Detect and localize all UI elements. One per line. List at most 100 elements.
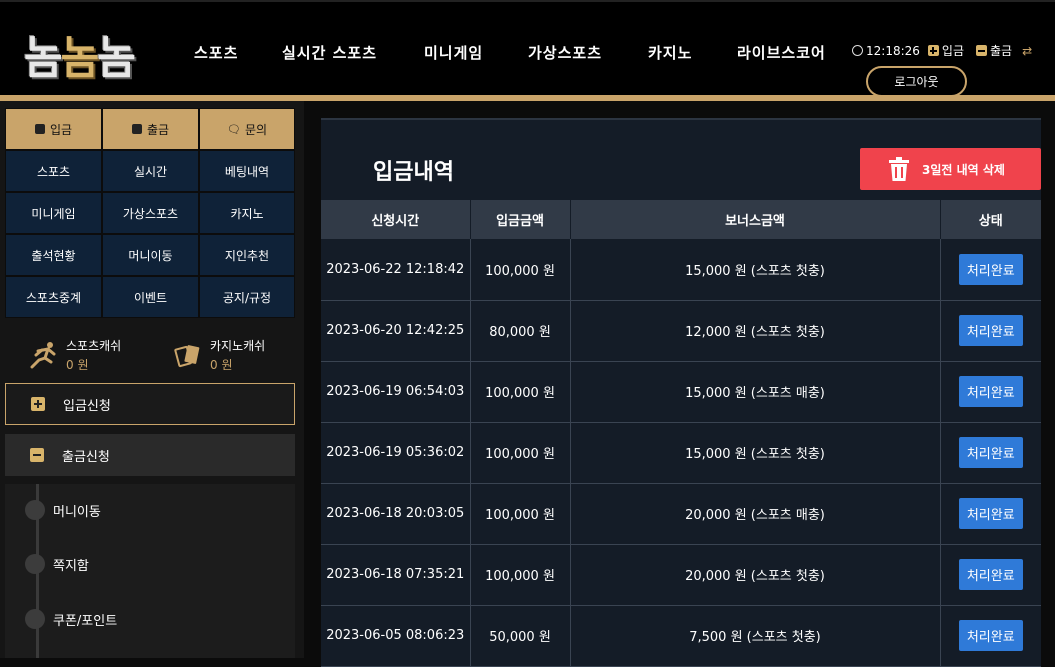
table-row: 2023-06-20 12:42:25 80,000 원 12,000 원 (스포츠… (321, 300, 1041, 362)
sports-cash-label: 스포츠캐쉬 (66, 339, 122, 353)
delete-old-history-button[interactable]: 3일전 내역 삭제 (860, 148, 1041, 190)
cell-time: 2023-06-19 06:54:03 (321, 361, 471, 423)
cell-bonus: 12,000 원 (스포츠 첫충) (570, 300, 941, 362)
main-nav: 스포츠 실시간 스포츠 미니게임 가상스포츠 카지노 라이브스코어 (194, 42, 826, 63)
status-button[interactable]: 처리완료 (958, 559, 1023, 590)
sidebar-item-sports[interactable]: 스포츠 (5, 150, 102, 192)
sidebar-item-minigame[interactable]: 미니게임 (5, 192, 102, 234)
cell-time: 2023-06-20 12:42:25 (321, 300, 471, 362)
runner-icon (30, 342, 56, 369)
nav-live-sports[interactable]: 실시간 스포츠 (282, 42, 424, 63)
logo-char-3: 놈 (97, 31, 136, 84)
sidebar-withdraw-button[interactable]: 출금 (102, 108, 199, 150)
cell-status: 처리완료 (940, 361, 1041, 423)
submenu-money-transfer-label: 머니이동 (53, 504, 101, 520)
cell-status: 처리완료 (940, 544, 1041, 606)
sidebar-item-referral[interactable]: 지인추천 (199, 234, 295, 276)
site-logo[interactable]: 놈놈놈 (24, 22, 136, 86)
minus-icon (30, 448, 44, 462)
bullet-icon (25, 554, 45, 574)
plus-icon (31, 397, 45, 411)
cell-status: 처리완료 (940, 239, 1041, 301)
sidebar-item-sports-broadcast[interactable]: 스포츠중계 (5, 276, 102, 318)
chat-icon: 🗨 (226, 122, 241, 136)
cell-time: 2023-06-22 12:18:42 (321, 239, 471, 301)
cell-status: 처리완료 (940, 605, 1041, 667)
bullet-icon (25, 609, 45, 629)
cell-amount: 80,000 원 (470, 300, 571, 362)
submenu-messages[interactable]: 쪽지함 (25, 554, 89, 574)
cell-status: 처리완료 (940, 422, 1041, 484)
sidebar-item-attendance[interactable]: 출석현황 (5, 234, 102, 276)
status-button[interactable]: 처리완료 (958, 376, 1023, 407)
header-deposit-link[interactable]: 입금 (942, 42, 964, 59)
sidebar-item-virtual-sports[interactable]: 가상스포츠 (102, 192, 199, 234)
withdraw-request-label: 출금신청 (62, 449, 110, 465)
column-header-status: 상태 (940, 200, 1041, 239)
submenu-money-transfer[interactable]: 머니이동 (25, 500, 101, 520)
nav-minigame[interactable]: 미니게임 (424, 42, 528, 63)
deposit-request-label: 입금신청 (63, 398, 111, 414)
status-button[interactable]: 처리완료 (958, 253, 1023, 285)
cell-amount: 100,000 원 (470, 483, 571, 545)
trash-icon (889, 157, 909, 181)
deposit-history-table: 신청시간 입금금액 보너스금액 상태 2023-06-22 12:18:42 10… (321, 200, 1041, 667)
cell-status: 처리완료 (940, 300, 1041, 362)
bullet-icon (25, 500, 45, 520)
table-row: 2023-06-19 06:54:03 100,000 원 15,000 원 (스포… (321, 361, 1041, 423)
logout-button[interactable]: 로그아웃 (866, 66, 967, 97)
minus-icon (131, 124, 142, 134)
sports-cash: 스포츠캐쉬 0 원 (28, 337, 121, 373)
sidebar-item-money-transfer[interactable]: 머니이동 (102, 234, 199, 276)
status-button[interactable]: 처리완료 (958, 437, 1023, 468)
sidebar-item-bet-history[interactable]: 베팅내역 (199, 150, 295, 192)
submenu-coupon-point[interactable]: 쿠폰/포인트 (25, 609, 117, 629)
nav-virtual-sports[interactable]: 가상스포츠 (528, 42, 648, 63)
top-header: 놈놈놈 스포츠 실시간 스포츠 미니게임 가상스포츠 카지노 라이브스코어 12… (0, 0, 1055, 97)
clock-icon (852, 45, 863, 56)
nav-livescore[interactable]: 라이브스코어 (737, 42, 826, 63)
status-button[interactable]: 처리완료 (958, 498, 1023, 529)
sidebar-item-events[interactable]: 이벤트 (102, 276, 199, 318)
server-time: 12:18:26 (866, 43, 920, 58)
cards-icon (174, 345, 200, 368)
column-header-time: 신청시간 (321, 200, 471, 239)
sidebar-submenu: 머니이동 쪽지함 쿠폰/포인트 (5, 484, 295, 658)
deposit-request-menu[interactable]: 입금신청 (5, 383, 295, 425)
cell-bonus: 7,500 원 (스포츠 첫충) (570, 605, 941, 667)
page-title: 입금내역 (373, 160, 454, 185)
cell-bonus: 15,000 원 (스포츠 첫충) (570, 239, 941, 301)
table-header-row: 신청시간 입금금액 보너스금액 상태 (321, 200, 1041, 239)
cell-bonus: 15,000 원 (스포츠 첫충) (570, 422, 941, 484)
sidebar-menu-grid: 입금 출금 🗨 문의 스포츠 실시간 베팅내역 미니게임 가상스포츠 카지노 출… (5, 108, 295, 318)
cell-amount: 100,000 원 (470, 544, 571, 606)
cell-bonus: 20,000 원 (스포츠 매충) (570, 483, 941, 545)
refresh-icon[interactable]: ⇄ (1022, 44, 1032, 58)
header-withdraw-link[interactable]: 출금 (990, 42, 1012, 59)
plus-icon (927, 45, 939, 56)
sidebar-deposit-label: 입금 (49, 122, 73, 137)
cell-amount: 50,000 원 (470, 605, 571, 667)
sports-cash-value: 0 원 (66, 358, 89, 372)
nav-sports[interactable]: 스포츠 (194, 42, 282, 63)
casino-cash-value: 0 원 (210, 358, 233, 372)
sidebar-item-live[interactable]: 실시간 (102, 150, 199, 192)
sidebar-item-casino[interactable]: 카지노 (199, 192, 295, 234)
table-row: 2023-06-18 20:03:05 100,000 원 20,000 원 (스포… (321, 483, 1041, 545)
status-button[interactable]: 처리완료 (958, 315, 1023, 346)
cell-time: 2023-06-18 20:03:05 (321, 483, 471, 545)
nav-casino[interactable]: 카지노 (648, 42, 737, 63)
cell-time: 2023-06-05 08:06:23 (321, 605, 471, 667)
sidebar-deposit-button[interactable]: 입금 (5, 108, 102, 150)
logo-char-2: 놈 (60, 31, 100, 84)
column-header-amount: 입금금액 (470, 200, 571, 239)
sidebar-inquiry-button[interactable]: 🗨 문의 (199, 108, 295, 150)
cell-bonus: 15,000 원 (스포츠 매충) (570, 361, 941, 423)
cell-time: 2023-06-19 05:36:02 (321, 422, 471, 484)
sidebar-item-notice[interactable]: 공지/규정 (199, 276, 295, 318)
withdraw-request-menu[interactable]: 출금신청 (5, 434, 295, 476)
logo-char-1: 놈 (24, 31, 63, 84)
header-utility: 12:18:26 입금 출금 ⇄ (852, 42, 1032, 59)
table-row: 2023-06-18 07:35:21 100,000 원 20,000 원 (스포… (321, 544, 1041, 606)
status-button[interactable]: 처리완료 (958, 620, 1023, 651)
